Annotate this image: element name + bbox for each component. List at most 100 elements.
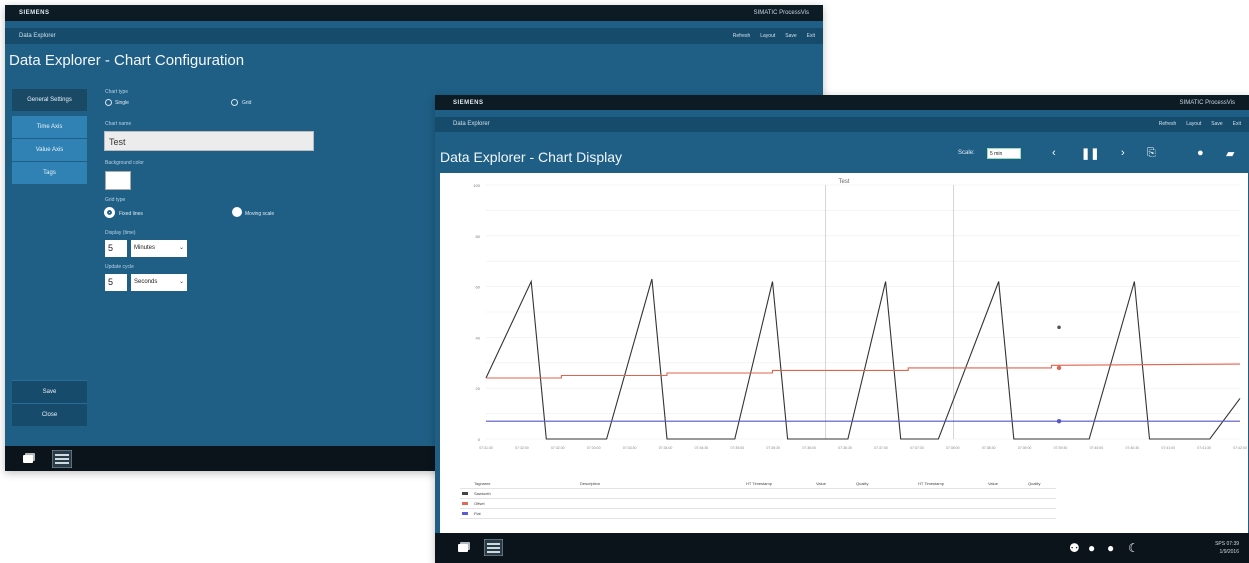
sidebar-item-time-axis[interactable]: Time Axis bbox=[12, 116, 87, 138]
sidebar-item-general-settings[interactable]: General Settings bbox=[12, 89, 87, 111]
x-tick-label: 07:36:00 bbox=[802, 446, 816, 450]
page-title: Data Explorer - Chart Display bbox=[440, 149, 623, 165]
nav-links: Refresh Layout Save Exit bbox=[733, 33, 815, 39]
legend-row[interactable]: Offset bbox=[460, 499, 1056, 509]
sidebar-item-tags[interactable]: Tags bbox=[12, 162, 87, 184]
x-tick-label: 07:38:00 bbox=[946, 446, 960, 450]
windows-icon[interactable] bbox=[22, 452, 36, 465]
chevron-down-icon: ⌄ bbox=[178, 279, 184, 285]
grid-moving-radio[interactable] bbox=[232, 207, 242, 217]
chart-type-grid-label: Grid bbox=[242, 100, 252, 106]
legend-header: HT Timestamp bbox=[918, 481, 944, 486]
grid-fixed-radio[interactable] bbox=[104, 207, 115, 218]
display-time-input[interactable]: 5 bbox=[105, 240, 127, 257]
nav-layout[interactable]: Layout bbox=[760, 33, 775, 39]
top-bar: SIEMENS SIMATIC ProcessVis bbox=[435, 95, 1249, 110]
keyboard-icon[interactable] bbox=[52, 450, 72, 468]
nav-exit[interactable]: Exit bbox=[807, 33, 815, 39]
x-tick-label: 07:36:30 bbox=[838, 446, 852, 450]
nav-layout[interactable]: Layout bbox=[1186, 121, 1201, 127]
legend-swatch bbox=[462, 512, 468, 515]
display-window: SIEMENS SIMATIC ProcessVis Data Explorer… bbox=[435, 95, 1249, 563]
close-button[interactable]: Close bbox=[12, 403, 87, 426]
nav-links: Refresh Layout Save Exit bbox=[1159, 121, 1241, 127]
x-tick-label: 07:41:30 bbox=[1197, 446, 1211, 450]
clock-date: 1/9/2016 bbox=[1219, 549, 1239, 555]
chart-title: Test bbox=[838, 179, 849, 185]
x-tick-label: 07:31:30 bbox=[479, 446, 493, 450]
legend-row[interactable]: Flat bbox=[460, 509, 1056, 519]
legend-header-row: Tagname Description HT Timestamp Value Q… bbox=[460, 479, 1056, 489]
nav-bar: Data Explorer Refresh Layout Save Exit bbox=[435, 117, 1249, 132]
zoom-label: Scale: bbox=[958, 150, 975, 156]
chevron-down-icon: ⌄ bbox=[178, 245, 184, 251]
x-tick-label: 07:42:00 bbox=[1233, 446, 1247, 450]
zoom-select[interactable]: 5 min bbox=[987, 148, 1021, 159]
grid-type-label: Grid type bbox=[105, 197, 126, 203]
x-tick-label: 07:34:00 bbox=[659, 446, 673, 450]
legend-header: Tagname bbox=[474, 481, 491, 486]
update-cycle-input[interactable]: 5 bbox=[105, 274, 127, 291]
legend-header: Quality bbox=[856, 481, 869, 486]
moon-icon[interactable]: ☾ bbox=[1128, 541, 1139, 555]
legend-tagname: Sawtooth bbox=[474, 491, 491, 496]
update-unit-select[interactable]: Seconds ⌄ bbox=[131, 274, 187, 291]
y-tick-label: 40 bbox=[476, 335, 481, 340]
x-tick-label: 07:32:00 bbox=[515, 446, 529, 450]
y-tick-label: 20 bbox=[476, 386, 481, 391]
x-tick-label: 07:32:30 bbox=[551, 446, 565, 450]
breadcrumb[interactable]: Data Explorer bbox=[19, 33, 56, 39]
update-unit-value: Seconds bbox=[134, 279, 158, 285]
display-unit-select[interactable]: Minutes ⌄ bbox=[131, 240, 187, 257]
chart-name-label: Chart name bbox=[105, 121, 132, 127]
x-tick-label: 07:39:30 bbox=[1054, 446, 1068, 450]
grid-moving-label: Moving scale bbox=[245, 211, 275, 217]
sidebar-item-value-axis[interactable]: Value Axis bbox=[12, 139, 87, 161]
legend-row[interactable]: Sawtooth bbox=[460, 489, 1056, 499]
nav-save[interactable]: Save bbox=[1211, 121, 1222, 127]
nav-refresh[interactable]: Refresh bbox=[1159, 121, 1177, 127]
legend-swatch bbox=[462, 502, 468, 505]
chart-name-input[interactable]: Test bbox=[104, 131, 314, 151]
legend-tagname: Offset bbox=[474, 501, 485, 506]
cursor-point[interactable] bbox=[1056, 365, 1062, 371]
nav-exit[interactable]: Exit bbox=[1233, 121, 1241, 127]
legend-header: Description bbox=[580, 481, 601, 486]
export-icon[interactable]: ⎘ bbox=[1147, 147, 1156, 160]
background-color-label: Background color bbox=[105, 160, 144, 166]
chart-type-grid-radio[interactable] bbox=[231, 99, 238, 106]
y-tick-label: 0 bbox=[478, 437, 481, 442]
chart-type-single-label: Single bbox=[115, 100, 129, 106]
x-tick-label: 07:33:00 bbox=[587, 446, 601, 450]
x-tick-label: 07:40:00 bbox=[1090, 446, 1104, 450]
series-line-sawtooth[interactable] bbox=[485, 278, 1241, 440]
grid-fixed-label: Fixed lines bbox=[119, 211, 143, 217]
background-color-picker[interactable] bbox=[105, 171, 131, 190]
user-icon[interactable]: ⚉ bbox=[1069, 541, 1080, 555]
keyboard-icon[interactable] bbox=[484, 539, 503, 556]
zoom-value: 5 min bbox=[990, 151, 1003, 157]
x-tick-label: 07:37:30 bbox=[910, 446, 924, 450]
step-forward-icon[interactable]: › bbox=[1121, 147, 1125, 159]
x-tick-label: 07:33:30 bbox=[623, 446, 637, 450]
cursor-point[interactable] bbox=[1056, 419, 1062, 424]
save-button[interactable]: Save bbox=[12, 380, 87, 403]
network-icon[interactable]: ● bbox=[1088, 541, 1095, 555]
clock-time: SPS 07:39 bbox=[1215, 541, 1239, 547]
x-tick-label: 07:38:30 bbox=[982, 446, 996, 450]
nav-save[interactable]: Save bbox=[785, 33, 796, 39]
chart-type-single-radio[interactable] bbox=[105, 99, 112, 106]
folder-icon[interactable]: ▰ bbox=[1226, 147, 1234, 160]
brand-logo: SIEMENS bbox=[453, 100, 484, 106]
nav-refresh[interactable]: Refresh bbox=[733, 33, 751, 39]
pause-icon[interactable]: ❚❚ bbox=[1081, 147, 1099, 160]
breadcrumb[interactable]: Data Explorer bbox=[453, 121, 490, 127]
legend-header: Quality bbox=[1028, 481, 1041, 486]
legend-header: Value bbox=[988, 481, 998, 486]
step-back-icon[interactable]: ‹ bbox=[1052, 147, 1056, 159]
x-tick-label: 07:35:00 bbox=[731, 446, 745, 450]
windows-icon[interactable] bbox=[457, 541, 471, 554]
cursor-point[interactable] bbox=[1057, 325, 1061, 330]
settings-icon[interactable]: ● bbox=[1197, 147, 1204, 159]
info-icon[interactable]: ● bbox=[1107, 541, 1114, 555]
